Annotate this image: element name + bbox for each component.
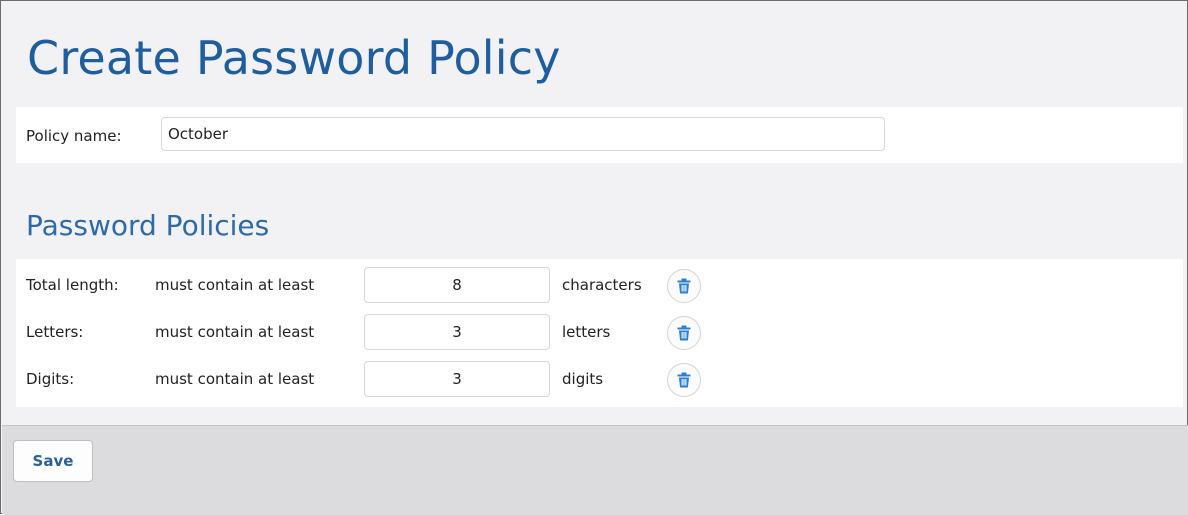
save-button[interactable]: Save: [13, 440, 93, 482]
rule-unit: letters: [562, 323, 611, 341]
page-title: Create Password Policy: [27, 31, 561, 85]
rule-label: Letters:: [26, 323, 84, 341]
policy-name-label: Policy name:: [26, 127, 122, 145]
policy-name-panel: Policy name:: [16, 107, 1183, 163]
delete-rule-button[interactable]: [667, 316, 701, 350]
policy-name-input[interactable]: [161, 117, 885, 151]
trash-icon: [677, 278, 691, 294]
rule-requirement: must contain at least: [155, 276, 315, 294]
rule-requirement: must contain at least: [155, 370, 315, 388]
trash-icon: [677, 372, 691, 388]
rule-row-letters: Letters: must contain at least letters: [16, 312, 1183, 352]
trash-icon: [677, 325, 691, 341]
rule-unit: digits: [562, 370, 604, 388]
digits-input[interactable]: [364, 361, 550, 397]
dialog-frame: Create Password Policy Policy name: Pass…: [0, 0, 1188, 515]
delete-rule-button[interactable]: [667, 363, 701, 397]
footer-bar: Save: [2, 425, 1188, 515]
rule-row-total-length: Total length: must contain at least char…: [16, 265, 1183, 305]
rule-requirement: must contain at least: [155, 323, 315, 341]
password-rules-panel: Total length: must contain at least char…: [16, 259, 1183, 407]
delete-rule-button[interactable]: [667, 269, 701, 303]
letters-input[interactable]: [364, 314, 550, 350]
total-length-input[interactable]: [364, 267, 550, 303]
rule-unit: characters: [562, 276, 642, 294]
rule-row-digits: Digits: must contain at least digits: [16, 359, 1183, 399]
section-title: Password Policies: [26, 209, 270, 242]
rule-label: Digits:: [26, 370, 75, 388]
rule-label: Total length:: [26, 276, 119, 294]
